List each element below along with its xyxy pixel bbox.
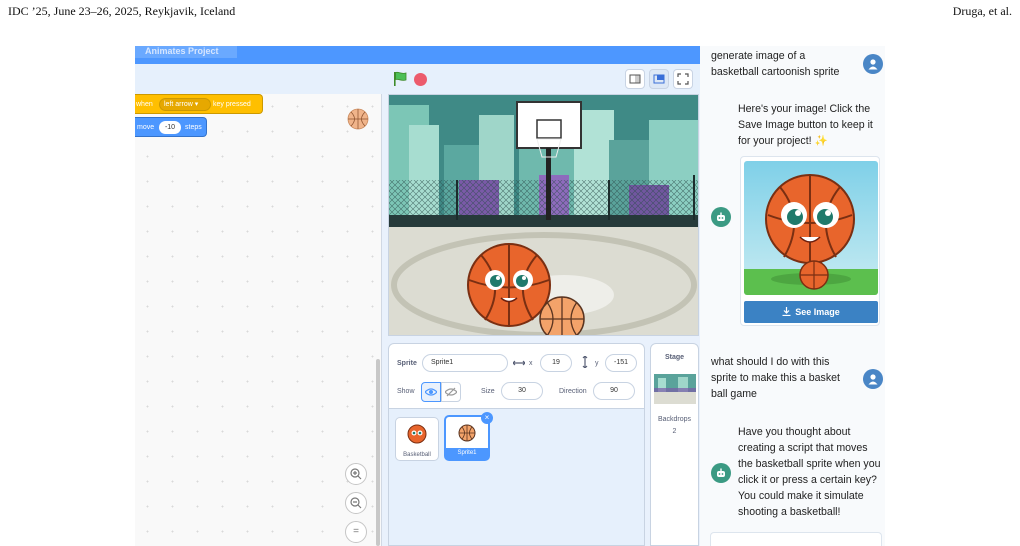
sprite-list: Basketball Sprite1 × [388, 409, 645, 546]
when-label: when [136, 101, 153, 108]
robot-icon [717, 212, 725, 221]
scratch-menu-bar: Animates Project [135, 46, 700, 64]
user-icon [868, 374, 878, 385]
delete-sprite-icon[interactable]: × [481, 412, 493, 424]
basketball-character-thumbnail [407, 424, 427, 444]
download-icon [782, 307, 791, 317]
zoom-out-icon [350, 497, 362, 509]
see-image-label: See Image [795, 307, 840, 317]
stage-controls [135, 64, 700, 94]
zoom-in-icon [350, 468, 362, 480]
size-input[interactable]: 30 [501, 382, 543, 400]
key-dropdown[interactable]: left arrow ▾ [159, 98, 211, 111]
assistant-avatar [711, 207, 731, 227]
steps-label: steps [185, 124, 202, 131]
large-stage-button[interactable] [649, 69, 669, 89]
chat-message-assistant: Have you thought about creating a script… [738, 424, 885, 520]
y-input[interactable]: -151 [605, 354, 637, 372]
figure-screenshot: Animates Project when left arrow ▾ key p… [135, 46, 885, 546]
backdrops-label: Backdrops [657, 416, 692, 423]
code-scrollbar[interactable] [376, 359, 380, 546]
zoom-reset-button[interactable]: = [345, 521, 367, 543]
chat-line: the basketball sprite when you [738, 458, 881, 470]
sprite-tile-sprite1[interactable]: Sprite1 × [444, 412, 493, 461]
sprite-label: Sprite [397, 360, 417, 367]
horizontal-arrows-icon [513, 360, 525, 366]
chat-line: click it or press a certain key? [738, 474, 877, 486]
sprite-tile-basketball[interactable]: Basketball [395, 417, 439, 461]
chat-line: basketball cartoonish sprite [711, 66, 840, 78]
zoom-out-button[interactable] [345, 492, 367, 514]
chat-panel: generate image of a basketball cartoonis… [700, 46, 885, 546]
current-sprite-icon [347, 108, 369, 130]
generated-basketball-image[interactable] [744, 161, 878, 295]
chat-line: Save Image button to keep it [738, 119, 873, 131]
x-label: x [529, 360, 533, 367]
sprite-tile-label: Basketball [403, 452, 431, 458]
direction-label: Direction [559, 388, 587, 395]
stage-thumbnail [654, 374, 696, 404]
stage-title: Stage [664, 354, 685, 361]
hide-sprite-button[interactable] [441, 382, 461, 402]
show-label: Show [397, 388, 415, 395]
see-image-button[interactable]: See Image [744, 301, 878, 323]
sprite-info-panel: Sprite Sprite1 x 19 y -151 Show Size 30 … [388, 343, 645, 409]
y-label: y [595, 360, 599, 367]
eye-icon [425, 388, 437, 396]
zoom-in-button[interactable] [345, 463, 367, 485]
move-label: move [137, 124, 155, 131]
when-key-pressed-block[interactable]: when left arrow ▾ key pressed [135, 94, 263, 114]
direction-input[interactable]: 90 [593, 382, 635, 400]
chat-line: ball game [711, 388, 757, 400]
small-stage-button[interactable] [625, 69, 645, 89]
assistant-avatar [711, 463, 731, 483]
chat-line: shooting a basketball! [738, 506, 841, 518]
stop-icon[interactable] [414, 73, 427, 86]
basketball-thumbnail [458, 424, 476, 442]
chat-message-assistant: Here's your image! Click the Save Image … [738, 101, 885, 149]
user-icon [868, 59, 878, 70]
chat-line: sprite to make this a basket [711, 372, 840, 384]
page-header: IDC ’25, June 23–26, 2025, Reykjavik, Ic… [8, 4, 1012, 20]
chat-line: what should I do with this [711, 356, 830, 368]
basketball-sprite[interactable] [389, 95, 699, 336]
key-value: left arrow [164, 101, 193, 108]
user-avatar [863, 54, 883, 74]
chat-line: Have you thought about [738, 426, 851, 438]
chat-line: generate image of a [711, 50, 806, 62]
fullscreen-button[interactable] [673, 69, 693, 89]
size-label: Size [481, 388, 495, 395]
chat-line: for your project! ✨ [738, 135, 828, 147]
chat-message-user: generate image of a basketball cartoonis… [711, 48, 861, 80]
stage[interactable] [388, 94, 699, 336]
user-avatar [863, 369, 883, 389]
vertical-arrows-icon [582, 356, 588, 368]
green-flag-icon[interactable] [392, 71, 408, 87]
move-value-input[interactable]: -10 [159, 121, 181, 134]
show-sprite-button[interactable] [421, 382, 441, 402]
backdrops-count: 2 [672, 428, 677, 435]
eye-slash-icon [445, 387, 457, 397]
conference-info: IDC ’25, June 23–26, 2025, Reykjavik, Ic… [8, 4, 236, 18]
key-pressed-label: key pressed [213, 101, 251, 108]
sprite-tile-label: Sprite1 [446, 448, 488, 459]
x-input[interactable]: 19 [540, 354, 572, 372]
stage-target-panel[interactable]: Stage Backdrops 2 [650, 343, 699, 546]
chat-line: You could make it simulate [738, 490, 864, 502]
authors: Druga, et al. [952, 4, 1012, 18]
chat-input[interactable] [710, 532, 882, 546]
chat-message-user: what should I do with this sprite to mak… [711, 354, 861, 402]
project-tab[interactable]: Animates Project [135, 46, 237, 58]
code-area[interactable]: when left arrow ▾ key pressed move -10 s… [135, 94, 382, 546]
robot-icon [717, 468, 725, 477]
sprite-name-input[interactable]: Sprite1 [422, 354, 508, 372]
chat-line: creating a script that moves [738, 442, 868, 454]
chat-line: Here's your image! Click the [738, 103, 871, 115]
move-steps-block[interactable]: move -10 steps [135, 117, 207, 137]
generated-image-card: See Image [740, 156, 880, 326]
